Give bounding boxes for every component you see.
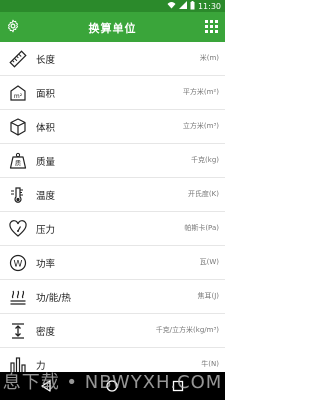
list-item-mass[interactable]: 质 质量 千克(kg) [0, 144, 225, 178]
ruler-icon [8, 49, 28, 69]
signal-icon [178, 1, 187, 11]
item-unit: 焦耳(J) [197, 292, 219, 300]
item-unit: 平方米(m²) [182, 88, 219, 96]
recents-button[interactable] [170, 378, 186, 394]
item-label: 温度 [36, 191, 56, 202]
list-item-energy[interactable]: 功/能/热 焦耳(J) [0, 280, 225, 314]
item-unit: 瓦(W) [199, 258, 219, 266]
navigation-bar [0, 372, 225, 400]
list-item-temperature[interactable]: 温度 开氏度(K) [0, 178, 225, 212]
status-icons: 11:30 [167, 0, 221, 12]
list-item-power[interactable]: W 功率 瓦(W) [0, 246, 225, 280]
cube-icon [8, 117, 28, 137]
item-label: 面积 [36, 89, 56, 100]
pressure-icon [8, 219, 28, 239]
list-item-area[interactable]: m² 面积 平方米(m²) [0, 76, 225, 110]
unit-category-list: 长度 米(m) m² 面积 平方米(m²) 体积 立方米(m³) 质 质量 千克… [0, 42, 225, 382]
heat-icon [8, 287, 28, 307]
grid-icon [204, 18, 218, 37]
item-label: 力 [36, 361, 46, 372]
wifi-icon [167, 1, 176, 11]
item-label: 质量 [36, 157, 56, 168]
density-icon [8, 321, 28, 341]
page-title: 换算单位 [88, 22, 137, 35]
battery-icon [190, 0, 195, 12]
thermometer-icon [8, 185, 28, 205]
status-bar: 11:30 [0, 0, 225, 12]
home-icon [106, 377, 118, 396]
svg-text:W: W [14, 259, 23, 269]
back-button[interactable] [38, 378, 54, 394]
item-unit: 千克(kg) [191, 156, 219, 164]
grid-view-button[interactable] [203, 19, 219, 35]
list-item-pressure[interactable]: 压力 帕斯卡(Pa) [0, 212, 225, 246]
item-unit: 米(m) [199, 54, 219, 62]
item-unit: 开氏度(K) [187, 190, 219, 198]
svg-text:质: 质 [15, 160, 21, 168]
item-label: 密度 [36, 327, 56, 338]
item-unit: 立方米(m³) [182, 122, 219, 130]
list-item-density[interactable]: 密度 千克/立方米(kg/m³) [0, 314, 225, 348]
svg-text:m²: m² [14, 93, 23, 100]
item-unit: 帕斯卡(Pa) [184, 224, 219, 232]
recents-icon [172, 377, 184, 396]
item-label: 功/能/热 [36, 293, 71, 304]
home-button[interactable] [104, 378, 120, 394]
power-icon: W [8, 253, 28, 273]
item-label: 功率 [36, 259, 56, 270]
item-label: 压力 [36, 225, 56, 236]
area-icon: m² [8, 83, 28, 103]
back-icon [40, 377, 52, 396]
item-label: 体积 [36, 123, 56, 134]
item-label: 长度 [36, 55, 56, 66]
item-unit: 千克/立方米(kg/m³) [155, 326, 219, 334]
status-time: 11:30 [197, 1, 221, 11]
app-bar: 换算单位 [0, 12, 225, 42]
item-unit: 牛(N) [201, 360, 219, 368]
list-item-length[interactable]: 长度 米(m) [0, 42, 225, 76]
list-item-volume[interactable]: 体积 立方米(m³) [0, 110, 225, 144]
weight-icon: 质 [8, 151, 28, 171]
